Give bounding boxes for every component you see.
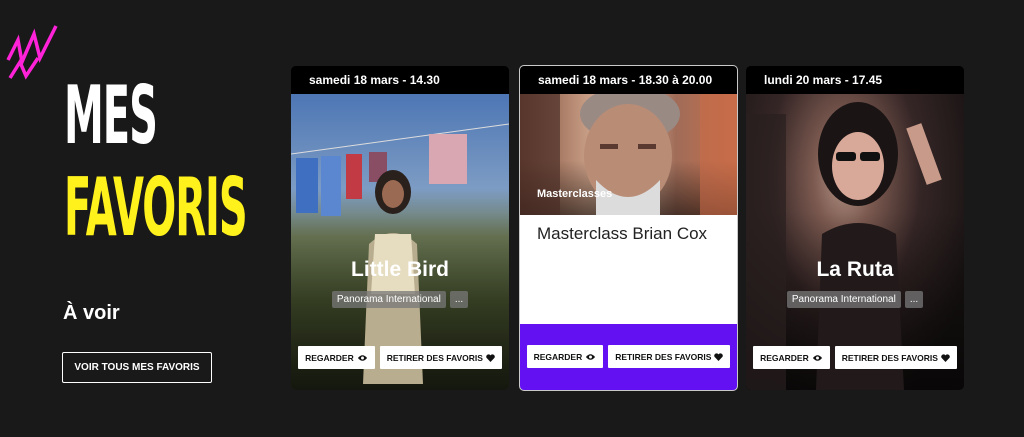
card-date: lundi 20 mars - 17.45: [746, 66, 964, 94]
remove-favorite-button[interactable]: RETIRER DES FAVORIS: [608, 345, 731, 368]
watch-label: REGARDER: [533, 351, 583, 362]
remove-label: RETIRER DES FAVORIS: [615, 351, 712, 362]
heart-icon: [941, 353, 950, 362]
card-tag-more[interactable]: ...: [449, 291, 469, 308]
page-title-line2: FAVORIS: [64, 161, 248, 254]
watch-button[interactable]: REGARDER: [753, 346, 830, 369]
card-title: Masterclass Brian Cox: [537, 224, 708, 243]
card-tag[interactable]: Panorama International: [331, 291, 446, 308]
watch-button[interactable]: REGARDER: [298, 346, 375, 369]
eye-icon: [357, 354, 367, 361]
card-date: samedi 18 mars - 14.30: [291, 66, 509, 94]
remove-label: RETIRER DES FAVORIS: [386, 352, 483, 363]
eye-icon: [586, 353, 596, 360]
card-category: Masterclasses: [537, 188, 613, 200]
heart-icon: [714, 352, 724, 361]
remove-favorite-button[interactable]: RETIRER DES FAVORIS: [379, 346, 502, 369]
card-title: La Ruta: [816, 258, 894, 281]
favorite-card[interactable]: samedi 18 mars - 14.30 Little Bird Panor…: [291, 66, 509, 390]
card-tag-more[interactable]: ...: [904, 291, 924, 308]
watch-label: REGARDER: [760, 352, 809, 363]
card-title: Little Bird: [351, 258, 449, 281]
eye-icon: [812, 354, 822, 361]
page-title-line1: MES: [64, 69, 158, 162]
card-date: samedi 18 mars - 18.30 à 20.00: [520, 66, 737, 94]
watch-button[interactable]: REGARDER: [526, 345, 604, 368]
remove-label: RETIRER DES FAVORIS: [841, 352, 938, 363]
remove-favorite-button[interactable]: RETIRER DES FAVORIS: [834, 346, 957, 369]
zigzag-icon: [6, 25, 58, 80]
card-tag[interactable]: Panorama International: [786, 291, 901, 308]
favorite-card[interactable]: samedi 18 mars - 18.30 à 20.00 Mastercla…: [519, 65, 738, 391]
section-subtitle: À voir: [63, 302, 120, 324]
heart-icon: [486, 353, 495, 362]
see-all-favorites-button[interactable]: VOIR TOUS MES FAVORIS: [62, 352, 212, 383]
watch-label: REGARDER: [305, 352, 354, 363]
favorite-card[interactable]: lundi 20 mars - 17.45 La Ruta Panorama I…: [746, 66, 964, 390]
